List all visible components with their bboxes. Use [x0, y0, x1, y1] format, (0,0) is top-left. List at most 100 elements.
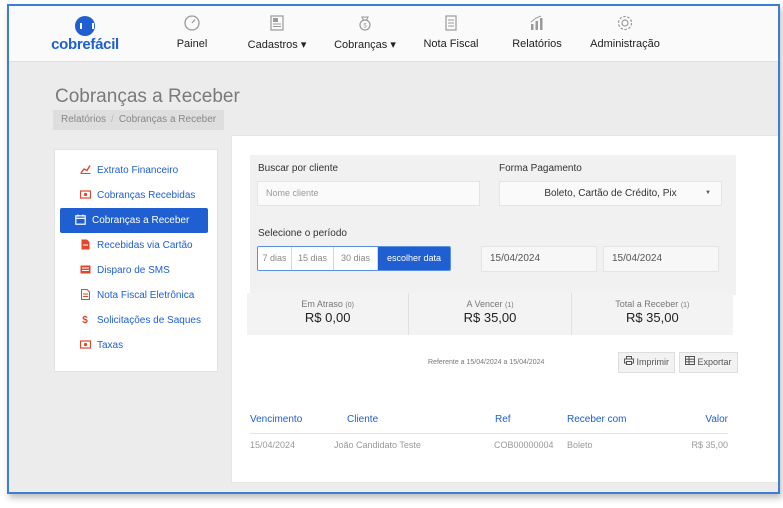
reports-sidebar: Extrato Financeiro Cobranças Recebidas C…	[54, 149, 218, 372]
nav-label: Cobranças ▾	[334, 39, 396, 51]
nav-cadastros[interactable]: Cadastros ▾	[247, 14, 307, 51]
speedometer-icon	[181, 14, 203, 34]
print-label: Imprimir	[636, 357, 670, 367]
top-navbar: cobrefácil Painel Cadastros ▾ $ Cobrança…	[9, 6, 778, 62]
money-icon	[78, 339, 92, 352]
nav-label: Cadastros ▾	[247, 39, 307, 51]
nav-painel[interactable]: Painel	[167, 14, 217, 50]
calendar-icon	[73, 214, 87, 228]
summary-value: R$ 35,00	[463, 310, 517, 325]
column-header-receber-com[interactable]: Receber com	[567, 414, 626, 425]
table-row[interactable]: 15/04/2024 João Candidato Teste COB00000…	[250, 440, 728, 460]
nav-label: Nota Fiscal	[423, 38, 479, 50]
summary-count: (0)	[345, 302, 354, 309]
money-bag-icon: $	[354, 14, 376, 34]
column-header-ref[interactable]: Ref	[495, 414, 511, 425]
print-button[interactable]: Imprimir	[618, 352, 676, 373]
sidebar-item-cobrancas-a-receber[interactable]: Cobranças a Receber	[60, 208, 208, 233]
sidebar-item-label: Nota Fiscal Eletrônica	[97, 290, 195, 301]
sidebar-item-taxas[interactable]: Taxas	[60, 333, 208, 358]
brand-name: cobrefácil	[51, 36, 119, 53]
summary-bar: Em Atraso (0) R$ 0,00 A Vencer (1) R$ 35…	[247, 293, 733, 335]
summary-label: Total a Receber	[615, 299, 679, 309]
client-filter-label: Buscar por cliente	[258, 163, 339, 174]
column-header-cliente[interactable]: Cliente	[347, 414, 378, 425]
export-label: Exportar	[697, 357, 732, 367]
cell-vencimento: 15/04/2024	[250, 440, 296, 450]
summary-a-vencer: A Vencer (1) R$ 35,00	[409, 293, 572, 335]
filter-panel: Buscar por cliente Nome cliente Forma Pa…	[250, 155, 736, 295]
summary-count: (1)	[680, 302, 690, 309]
payment-method-select[interactable]: Boleto, Cartão de Crédito, Pix ▼	[499, 181, 722, 206]
breadcrumb-item-current: Cobranças a Receber	[118, 114, 217, 125]
reference-period-text: Referente a 15/04/2024 a 15/04/2024	[428, 359, 545, 366]
summary-count: (1)	[504, 302, 514, 309]
sidebar-item-label: Cobranças Recebidas	[97, 190, 196, 201]
svg-text:$: $	[363, 24, 367, 30]
logo-icon	[75, 16, 95, 36]
nav-label: Painel	[176, 38, 208, 50]
summary-value: R$ 0,00	[304, 310, 351, 325]
file-icon	[78, 239, 92, 253]
summary-label: A Vencer	[466, 299, 503, 309]
sidebar-item-label: Cobranças a Receber	[92, 215, 190, 226]
table-header: Vencimento Cliente Ref Receber com Valor	[250, 414, 728, 434]
bar-chart-icon	[526, 14, 548, 34]
gear-icon	[614, 14, 636, 34]
sidebar-item-label: Recebidas via Cartão	[97, 240, 193, 251]
page-title: Cobranças a Receber	[55, 86, 240, 107]
sms-icon	[78, 265, 92, 277]
column-header-valor[interactable]: Valor	[705, 414, 728, 425]
sidebar-item-cobrancas-recebidas[interactable]: Cobranças Recebidas	[60, 183, 208, 208]
money-icon	[78, 189, 92, 202]
cell-cliente: João Candidato Teste	[334, 440, 421, 450]
dollar-icon: $	[82, 315, 88, 326]
export-button[interactable]: Exportar	[679, 352, 738, 373]
sidebar-item-nota-fiscal-eletronica[interactable]: Nota Fiscal Eletrônica	[60, 283, 208, 308]
breadcrumb-item-relatorios[interactable]: Relatórios	[61, 114, 106, 125]
period-button-group: 7 dias 15 dias 30 dias escolher data	[257, 246, 451, 271]
nav-label: Administração	[590, 38, 660, 50]
sidebar-item-solicitacoes-de-saques[interactable]: $ Solicitações de Saques	[60, 308, 208, 333]
summary-em-atraso: Em Atraso (0) R$ 0,00	[247, 293, 410, 335]
invoice-icon	[78, 288, 92, 303]
payment-method-value: Boleto, Cartão de Crédito, Pix	[544, 188, 677, 199]
nav-cobrancas[interactable]: $ Cobranças ▾	[333, 14, 397, 51]
period-15-days-button[interactable]: 15 dias	[292, 247, 334, 270]
nav-nota-fiscal[interactable]: Nota Fiscal	[423, 14, 479, 50]
brand-logo[interactable]: cobrefácil	[49, 16, 121, 54]
sidebar-item-recebidas-via-cartao[interactable]: Recebidas via Cartão	[60, 233, 208, 258]
report-panel: Buscar por cliente Nome cliente Forma Pa…	[231, 135, 778, 483]
printer-icon	[624, 356, 637, 367]
caret-down-icon: ▼	[705, 190, 711, 196]
breadcrumb: Relatórios / Cobranças a Receber	[53, 110, 225, 130]
period-label: Selecione o período	[258, 228, 347, 239]
summary-total-a-receber: Total a Receber (1) R$ 35,00	[572, 293, 733, 335]
table-icon	[685, 356, 698, 367]
sidebar-item-label: Solicitações de Saques	[97, 315, 201, 326]
sidebar-item-label: Disparo de SMS	[97, 265, 170, 276]
summary-value: R$ 35,00	[625, 310, 679, 325]
client-search-input[interactable]: Nome cliente	[257, 181, 480, 206]
document-icon	[440, 14, 462, 34]
line-chart-icon	[78, 164, 92, 177]
column-header-vencimento[interactable]: Vencimento	[250, 414, 302, 425]
period-choose-date-button[interactable]: escolher data	[378, 247, 450, 270]
date-end-input[interactable]: 15/04/2024	[603, 246, 719, 272]
nav-relatorios[interactable]: Relatórios	[509, 14, 565, 50]
nav-label: Relatórios	[512, 38, 562, 50]
payment-filter-label: Forma Pagamento	[499, 163, 582, 174]
sidebar-item-disparo-de-sms[interactable]: Disparo de SMS	[60, 258, 208, 283]
period-30-days-button[interactable]: 30 dias	[334, 247, 378, 270]
date-start-input[interactable]: 15/04/2024	[481, 246, 597, 272]
cell-valor: R$ 35,00	[691, 440, 728, 450]
cell-receber-com: Boleto	[567, 440, 593, 450]
sidebar-item-label: Extrato Financeiro	[97, 165, 179, 176]
period-7-days-button[interactable]: 7 dias	[258, 247, 292, 270]
sidebar-item-extrato-financeiro[interactable]: Extrato Financeiro	[60, 158, 208, 183]
cell-ref: COB00000004	[494, 440, 554, 450]
sidebar-item-label: Taxas	[97, 340, 124, 351]
id-card-icon	[266, 14, 288, 34]
nav-administracao[interactable]: Administração	[589, 14, 661, 50]
app-window: cobrefácil Painel Cadastros ▾ $ Cobrança…	[7, 4, 780, 494]
